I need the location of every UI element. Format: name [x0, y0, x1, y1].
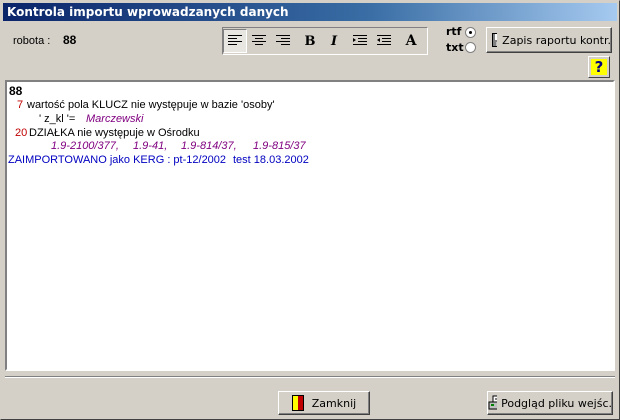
bottom-separator — [5, 376, 615, 378]
close-label: Zamknij — [311, 396, 357, 410]
close-button[interactable]: Zamknij — [278, 391, 370, 415]
italic-button[interactable]: I — [322, 29, 346, 53]
parcel-item: 1.9-814/37, — [181, 140, 237, 152]
floppy-disk-icon — [492, 33, 498, 47]
window-title: Kontrola importu wprowadzanych danych — [7, 5, 289, 19]
robota-value: 88 — [63, 33, 77, 47]
outdent-button[interactable] — [372, 29, 396, 53]
error-number-2: 20 — [15, 127, 28, 139]
align-right-icon — [276, 35, 290, 45]
preview-input-file-button[interactable]: Podgląd pliku wejśc. — [487, 391, 613, 415]
key-value: Marczewski — [86, 113, 144, 125]
report-heading: 88 — [9, 84, 23, 98]
help-question-icon: ? — [591, 59, 607, 75]
key-label: ' z_kl '= — [39, 113, 76, 125]
save-report-label: Zapis raportu kontr. — [502, 33, 611, 47]
align-center-icon — [252, 35, 266, 45]
error-text-2: DZIAŁKA nie występuje w Ośrodku — [29, 127, 200, 139]
bold-button[interactable]: B — [298, 29, 322, 53]
error-text-1: wartość pola KLUCZ nie występuje w bazie… — [27, 99, 275, 111]
print-preview-icon — [488, 395, 498, 410]
align-left-icon — [228, 35, 242, 45]
preview-label: Podgląd pliku wejśc. — [501, 396, 612, 410]
outdent-icon — [377, 35, 391, 45]
dialog-window: Kontrola importu wprowadzanych danych ro… — [0, 0, 620, 420]
parcel-item: 1.9-815/37 — [253, 140, 306, 152]
parcel-item: 1.9-41, — [133, 140, 168, 152]
door-exit-icon — [291, 395, 304, 411]
txt-label: txt — [446, 41, 464, 54]
import-status: ZAIMPORTOWANO jako KERG : pt-12/2002 — [8, 154, 227, 166]
import-test-date: test 18.03.2002 — [233, 154, 309, 166]
parcel-item: 1.9-2100/377, — [51, 140, 119, 152]
title-bar: Kontrola importu wprowadzanych danych — [3, 3, 617, 21]
indent-button[interactable] — [348, 29, 372, 53]
indent-icon — [353, 35, 367, 45]
report-text-area[interactable]: 88 7 wartość pola KLUCZ nie występuje w … — [5, 80, 615, 371]
help-button[interactable]: ? — [588, 56, 610, 78]
font-button[interactable]: A — [399, 29, 423, 53]
error-number-1: 7 — [17, 99, 24, 111]
rtf-radio[interactable] — [465, 27, 476, 38]
align-left-button[interactable] — [223, 29, 247, 53]
align-right-button[interactable] — [271, 29, 295, 53]
txt-radio[interactable] — [465, 42, 476, 53]
robota-label: robota : — [13, 35, 51, 47]
align-center-button[interactable] — [247, 29, 271, 53]
rtf-label: rtf — [446, 25, 462, 38]
save-report-button[interactable]: Zapis raportu kontr. — [486, 27, 612, 53]
